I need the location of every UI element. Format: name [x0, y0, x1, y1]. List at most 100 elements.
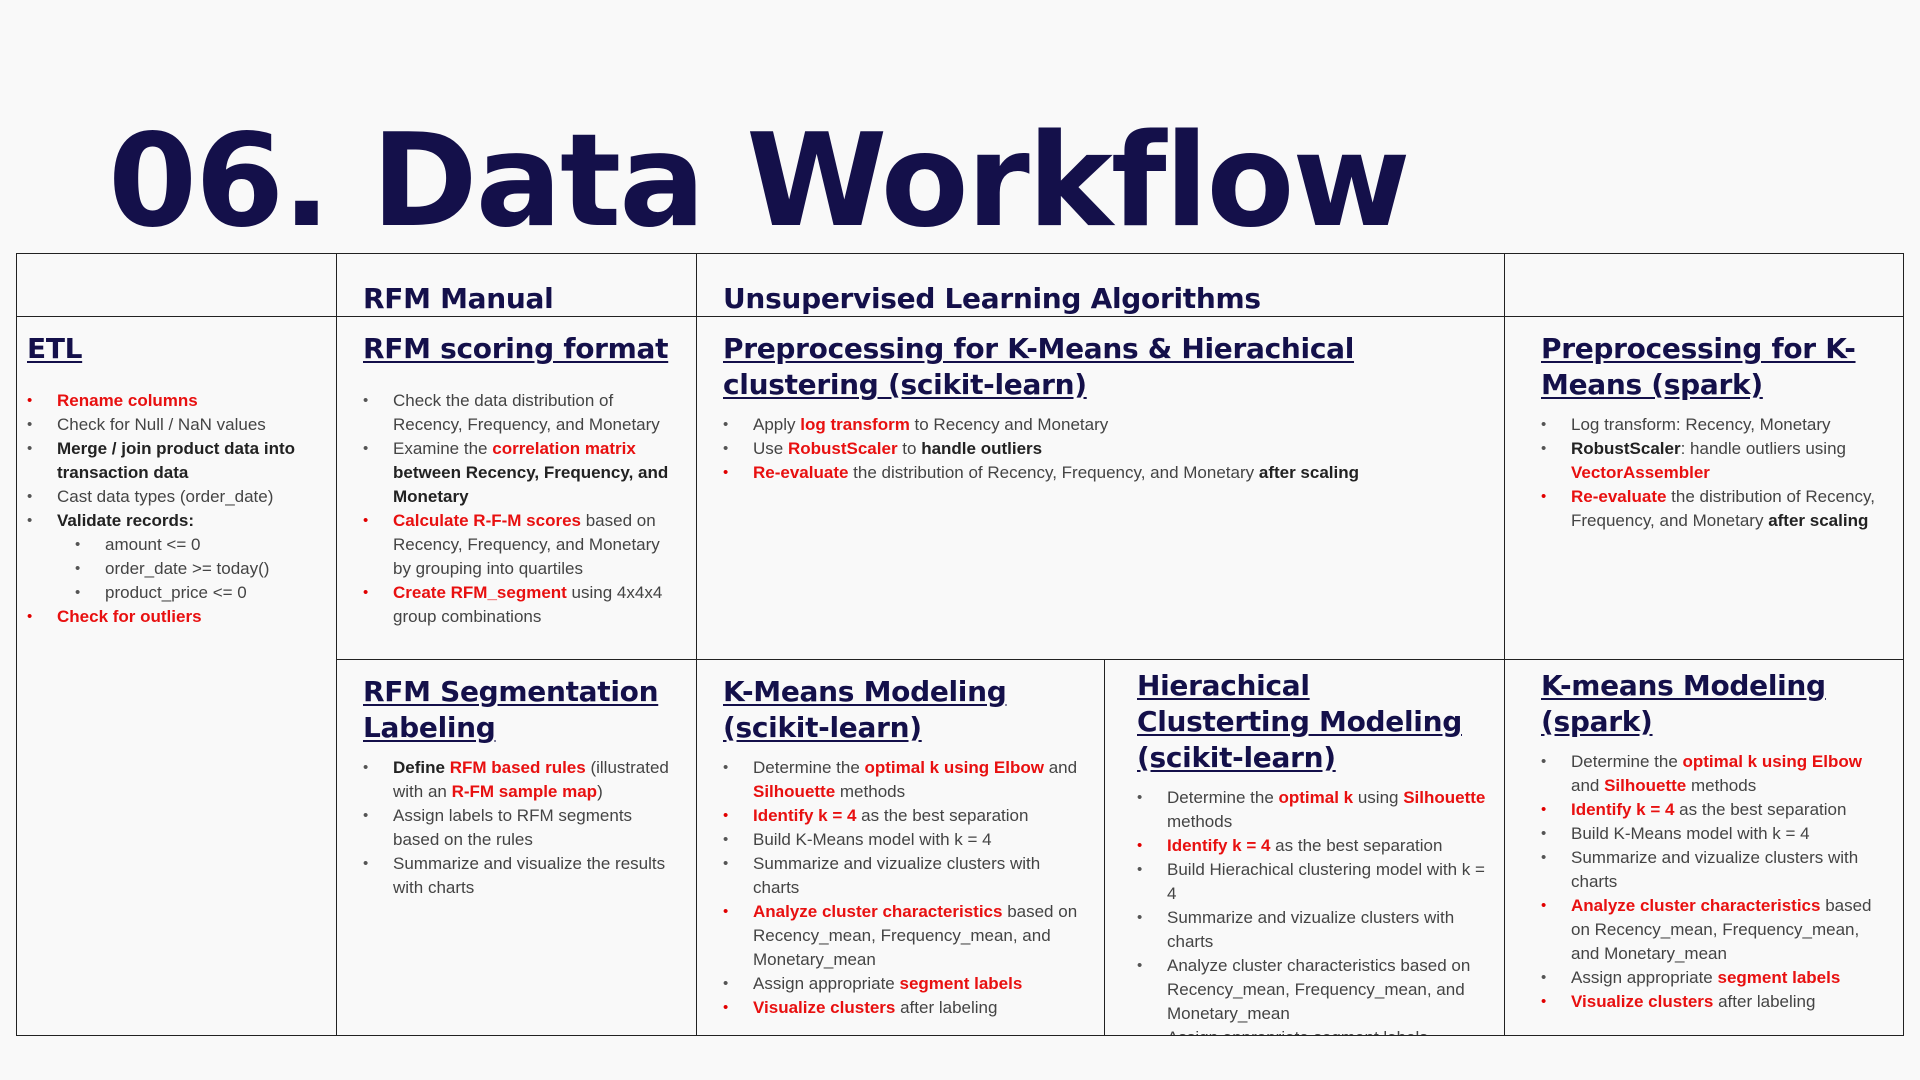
list-item: RobustScaler: handle outliers using Vect… [1541, 437, 1887, 485]
section-title: ETL [27, 332, 83, 365]
highlight-text: optimal k using Elbow [864, 758, 1044, 777]
list-item: Summarize and vizualize clusters with ch… [1137, 906, 1488, 954]
list-item: Create RFM_segment using 4x4x4 group com… [363, 581, 680, 629]
list-item: Assign labels to RFM segments based on t… [363, 804, 680, 852]
item-text: the distribution of Recency, Frequency, … [848, 463, 1259, 482]
list-item: Summarize and vizualize clusters with ch… [723, 852, 1088, 900]
item-text: Determine the [1167, 788, 1279, 807]
etl-list: Rename columns Check for Null / NaN value… [27, 389, 320, 629]
highlight-text: Calculate R-F-M scores [393, 511, 581, 530]
highlight-text: Silhouette [1604, 776, 1687, 795]
rfm-scoring-list: Check the data distribution of Recency, … [363, 389, 680, 629]
rfm-scoring-section: RFM scoring format Check the data distri… [337, 317, 697, 660]
list-item: Cast data types (order_date) [27, 485, 320, 509]
highlight-text: Rename columns [57, 391, 198, 410]
section-title: K-means Modeling (spark) [1541, 669, 1826, 738]
highlight-text: correlation matrix [492, 439, 636, 458]
bold-text: Validate records: [57, 511, 195, 530]
section-title: Preprocessing for K-Means & Hierachical … [723, 332, 1355, 401]
item-text: order_date >= today() [105, 559, 270, 578]
item-text: Summarize and visualize the results with… [393, 854, 666, 897]
item-text: Build K-Means model with k = 4 [1571, 824, 1810, 843]
list-item: Analyze cluster characteristics based on… [1541, 894, 1887, 966]
item-text: to [897, 439, 922, 458]
highlight-text: Analyze cluster characteristics [1571, 896, 1821, 915]
header-empty-right [1505, 253, 1904, 317]
item-text: Use [753, 439, 788, 458]
item-text: after labeling [1713, 992, 1816, 1011]
item-text: Assign labels to RFM segments based on t… [393, 806, 633, 849]
bold-text: RobustScaler [1571, 439, 1681, 458]
list-item: Build Hierachical clustering model with … [1137, 858, 1488, 906]
hier-sklearn-section: Hierachical Clusterting Modeling (scikit… [1105, 660, 1505, 1036]
list-item: Summarize and vizualize clusters with ch… [1541, 846, 1887, 894]
bold-text: between Recency, Frequency, and Monetary [393, 463, 669, 506]
highlight-text: log transform [800, 415, 910, 434]
list-item: Identify k = 4 as the best separation [723, 804, 1088, 828]
section-title: Hierachical Clusterting Modeling (scikit… [1137, 669, 1462, 774]
rfm-labeling-list: Define RFM based rules (illustrated with… [363, 756, 680, 900]
item-text: Log transform: Recency, Monetary [1571, 415, 1831, 434]
item-text: as the best separation [1270, 836, 1443, 855]
list-item: Check for Null / NaN values [27, 413, 320, 437]
item-text: Determine the [1571, 752, 1683, 771]
section-title: Preprocessing for K-Means (spark) [1541, 332, 1856, 401]
list-item: Analyze cluster characteristics based on… [723, 900, 1088, 972]
item-text: product_price <= 0 [105, 583, 247, 602]
highlight-text: Identify k = 4 [753, 806, 857, 825]
highlight-text: Create RFM_segment [393, 583, 567, 602]
bold-text: after scaling [1258, 463, 1360, 482]
list-item: Re-evaluate the distribution of Recency,… [1541, 485, 1887, 533]
header-rfm-manual: RFM Manual [337, 253, 697, 317]
highlight-text: Silhouette [1403, 788, 1486, 807]
highlight-text: Check for outliers [57, 607, 202, 626]
list-item: Check for outliers [27, 605, 320, 629]
kmeans-sklearn-list: Determine the optimal k using Elbow and … [723, 756, 1088, 1020]
item-text: after labeling [895, 998, 998, 1017]
list-item: Apply log transform to Recency and Monet… [723, 413, 1488, 437]
highlight-text: optimal k [1278, 788, 1354, 807]
list-item: Calculate R-F-M scores based on Recency,… [363, 509, 680, 581]
item-text: Summarize and vizualize clusters with ch… [1167, 908, 1455, 951]
bold-text: after scaling [1768, 511, 1869, 530]
page-title: 06. Data Workflow [108, 107, 1411, 256]
item-text: Build Hierachical clustering model with … [1167, 860, 1485, 903]
list-item: Analyze cluster characteristics based on… [1137, 954, 1488, 1026]
highlight-text: VectorAssembler [1571, 463, 1710, 482]
section-title: K-Means Modeling (scikit-learn) [723, 675, 1007, 744]
item-text: Assign appropriate [753, 974, 900, 993]
list-item: Visualize clusters after labeling [723, 996, 1088, 1020]
list-item: Check the data distribution of Recency, … [363, 389, 680, 437]
bold-text: Merge / join product data into transacti… [57, 439, 295, 482]
item-text: and [1571, 776, 1605, 795]
list-item: Summarize and visualize the results with… [363, 852, 680, 900]
preproc-sklearn-list: Apply log transform to Recency and Monet… [723, 413, 1488, 485]
highlight-text: Re-evaluate [753, 463, 849, 482]
item-text: methods [1686, 776, 1757, 795]
list-item: Log transform: Recency, Monetary [1541, 413, 1887, 437]
item-text: Apply [753, 415, 801, 434]
list-item: Build K-Means model with k = 4 [723, 828, 1088, 852]
item-text: Summarize and vizualize clusters with ch… [1571, 848, 1859, 891]
bold-text: Define [393, 758, 450, 777]
list-item: Identify k = 4 as the best separation [1541, 798, 1887, 822]
section-title: RFM Segmentation Labeling [363, 675, 659, 744]
item-text: Determine the [753, 758, 865, 777]
highlight-text: Analyze cluster characteristics [753, 902, 1003, 921]
highlight-text: Silhouette [753, 782, 836, 801]
workflow-table: RFM Manual Unsupervised Learning Algorit… [16, 253, 1904, 1036]
list-item: Validate records: [27, 509, 320, 533]
highlight-text: RobustScaler [787, 439, 898, 458]
rfm-labeling-section: RFM Segmentation Labeling Define RFM bas… [337, 660, 697, 1036]
list-item: Re-evaluate the distribution of Recency,… [723, 461, 1488, 485]
item-text: Examine the [393, 439, 493, 458]
hier-sklearn-list: Determine the optimal k using Silhouette… [1137, 786, 1488, 1035]
list-item: Examine the correlation matrix between R… [363, 437, 680, 509]
item-text: using [1353, 788, 1404, 807]
list-item: Merge / join product data into transacti… [27, 437, 320, 485]
highlight-text: optimal k using Elbow [1682, 752, 1862, 771]
highlight-text: segment labels [899, 974, 1023, 993]
highlight-text: Re-evaluate [1571, 487, 1667, 506]
item-text: as the best separation [856, 806, 1029, 825]
highlight-text: Identify k = 4 [1571, 800, 1675, 819]
